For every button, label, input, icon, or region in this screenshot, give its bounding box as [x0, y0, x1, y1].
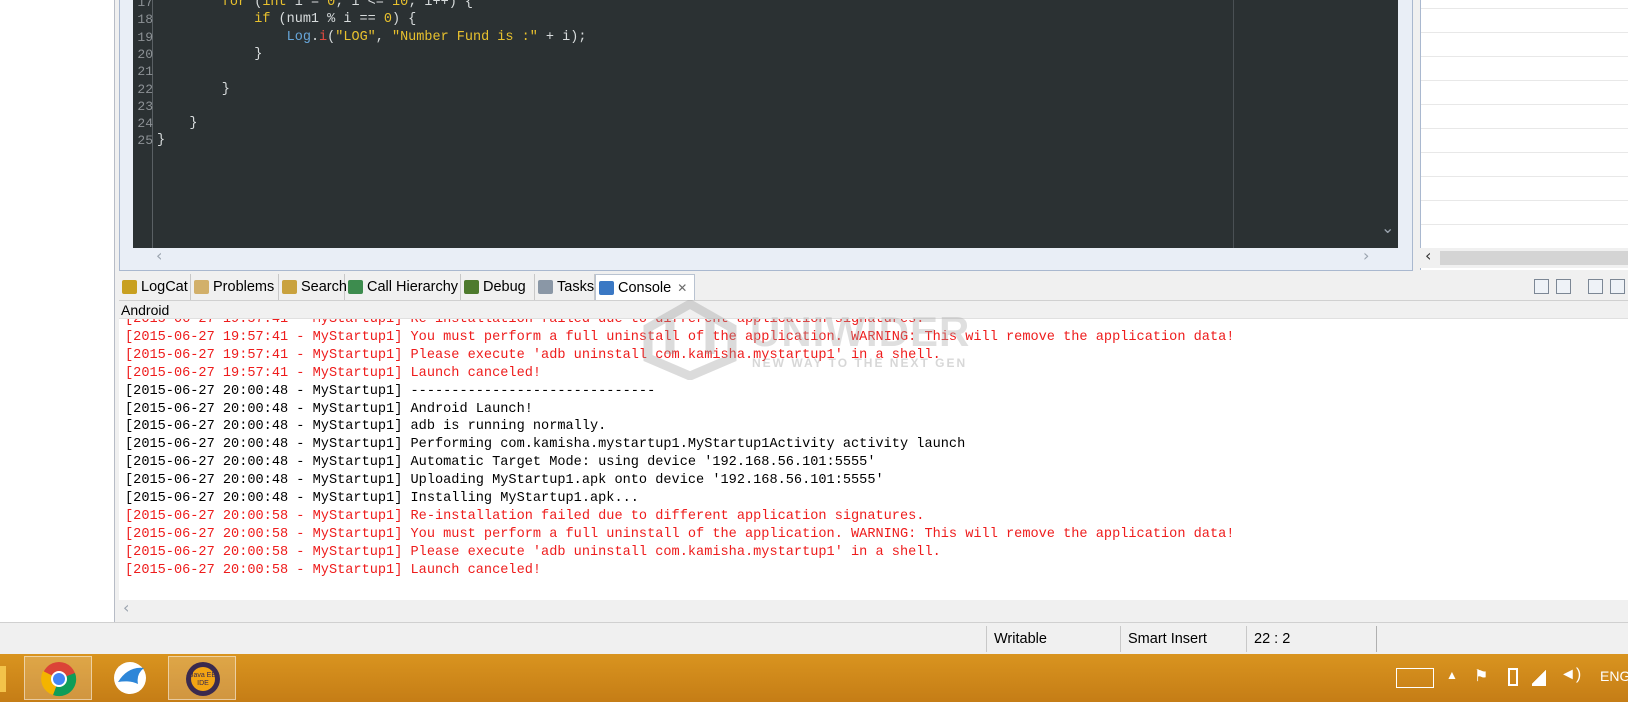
status-insert-mode: Smart Insert	[1128, 631, 1207, 647]
tab-search[interactable]: Search	[279, 274, 347, 300]
line-number: 20	[137, 46, 153, 62]
search-icon	[282, 280, 297, 294]
console-name: Android	[121, 302, 170, 318]
tab-label: Search	[301, 279, 347, 295]
folder-icon[interactable]	[0, 666, 6, 692]
console-error-line: [2015-06-27 20:00:58 - MyStartup1] You m…	[125, 526, 1235, 542]
status-bar: Writable Smart Insert 22 : 2	[0, 622, 1628, 655]
taskbar-java-ee-ide[interactable]: Java EE IDE	[168, 656, 236, 700]
java-ee-ide-icon: Java EE IDE	[186, 662, 220, 696]
console-output[interactable]: [2015-06-27 19:57:41 - MyStartup1] Re-in…	[119, 318, 1628, 601]
console-horizontal-scrollbar[interactable]: ‹	[119, 598, 1628, 620]
bird-app-icon	[114, 662, 146, 694]
display-console-icon[interactable]	[1610, 279, 1625, 294]
tab-label: Console	[618, 280, 672, 296]
close-icon[interactable]: ✕	[677, 275, 687, 301]
taskbar-chrome[interactable]	[24, 656, 92, 700]
package-explorer-pane	[0, 0, 115, 622]
battery-icon[interactable]	[1508, 668, 1518, 686]
views-tab-bar: LogCat Problems Search Call Hierarchy Debug T…	[119, 274, 1628, 301]
console-error-line: [2015-06-27 19:57:41 - MyStartup1] You m…	[125, 329, 1235, 345]
tab-label: LogCat	[141, 279, 188, 295]
problems-icon	[194, 280, 209, 294]
console-error-line: [2015-06-27 20:00:58 - MyStartup1] Pleas…	[125, 544, 941, 560]
svg-text:Java EE: Java EE	[190, 672, 216, 679]
input-language[interactable]: ENG	[1600, 668, 1628, 684]
tab-label: Debug	[483, 279, 526, 295]
console-info-line: [2015-06-27 20:00:48 - MyStartup1] Uploa…	[125, 473, 884, 489]
windows-taskbar: Java EE IDE ▲ ⚑ ◄) ENG	[0, 654, 1628, 702]
console-info-line: [2015-06-27 20:00:48 - MyStartup1] Perfo…	[125, 437, 966, 453]
editor-vertical-scrollbar[interactable]: ⌄	[1378, 0, 1398, 248]
debug-icon	[464, 280, 479, 294]
tab-call-hierarchy[interactable]: Call Hierarchy	[345, 274, 461, 300]
tab-tasks[interactable]: Tasks	[535, 274, 595, 300]
pin-console-icon[interactable]	[1588, 279, 1603, 294]
chrome-icon	[41, 662, 77, 697]
status-cursor-position: 22 : 2	[1254, 631, 1291, 647]
editor-horizontal-scrollbar[interactable]: ‹ ›	[133, 246, 1378, 268]
tasks-icon	[538, 280, 553, 294]
show-hidden-icons-icon[interactable]: ▲	[1446, 668, 1458, 682]
tab-problems[interactable]: Problems	[191, 274, 279, 300]
console-info-line: [2015-06-27 20:00:48 - MyStartup1] Andro…	[125, 401, 533, 417]
chevron-left-icon[interactable]: ‹	[156, 246, 162, 265]
network-signal-icon[interactable]	[1532, 668, 1546, 686]
outline-pane	[1420, 0, 1628, 270]
code-editor[interactable]: 17 for (int i = 0; i <= 10; i++) {18 if …	[133, 0, 1378, 248]
line-number: 17	[137, 0, 153, 10]
console-error-line: [2015-06-27 20:00:58 - MyStartup1] Launc…	[125, 562, 542, 578]
volume-icon[interactable]: ◄)	[1560, 666, 1581, 684]
outline-scroll-thumb[interactable]	[1440, 251, 1628, 265]
line-number: 23	[137, 98, 153, 114]
tab-logcat[interactable]: LogCat	[119, 274, 191, 300]
remove-launch-icon[interactable]	[1534, 279, 1549, 294]
taskbar-bird-app[interactable]	[96, 656, 164, 700]
console-error-line: [2015-06-27 19:57:41 - MyStartup1] Pleas…	[125, 347, 941, 363]
tab-label: Tasks	[557, 279, 595, 295]
chevron-right-icon[interactable]: ›	[1363, 246, 1369, 265]
chevron-left-icon[interactable]: ‹	[123, 598, 129, 617]
tab-label: Problems	[213, 279, 275, 295]
console-info-line: [2015-06-27 20:00:48 - MyStartup1] Autom…	[125, 455, 876, 471]
console-info-line: [2015-06-27 20:00:48 - MyStartup1] Insta…	[125, 491, 639, 506]
line-number: 24	[137, 116, 153, 132]
keyboard-icon[interactable]	[1396, 668, 1434, 688]
chevron-down-icon[interactable]: ⌄	[1381, 218, 1394, 237]
line-number: 22	[137, 81, 153, 97]
action-center-flag-icon[interactable]: ⚑	[1474, 666, 1488, 686]
remove-all-terminated-icon[interactable]	[1556, 279, 1571, 294]
call-hierarchy-icon	[348, 280, 363, 294]
console-info-line: [2015-06-27 20:00:48 - MyStartup1] adb i…	[125, 419, 607, 435]
chevron-left-icon[interactable]: ‹	[1425, 246, 1431, 265]
tab-console[interactable]: Console ✕	[595, 274, 695, 300]
status-writable: Writable	[994, 631, 1047, 647]
line-number: 19	[137, 29, 153, 45]
line-number: 18	[137, 12, 153, 28]
console-info-line: [2015-06-27 20:00:48 - MyStartup1] -----…	[125, 383, 656, 399]
console-error-line: [2015-06-27 20:00:58 - MyStartup1] Re-in…	[125, 508, 925, 524]
line-number: 25	[137, 133, 153, 149]
print-margin	[1233, 0, 1234, 248]
logcat-icon	[122, 280, 137, 294]
console-error-line: [2015-06-27 19:57:41 - MyStartup1] Re-in…	[125, 318, 925, 327]
console-error-line: [2015-06-27 19:57:41 - MyStartup1] Launc…	[125, 365, 542, 381]
console-icon	[599, 281, 614, 295]
svg-text:IDE: IDE	[197, 680, 209, 687]
tab-debug[interactable]: Debug	[461, 274, 535, 300]
tab-label: Call Hierarchy	[367, 279, 459, 295]
line-number: 21	[137, 64, 153, 80]
